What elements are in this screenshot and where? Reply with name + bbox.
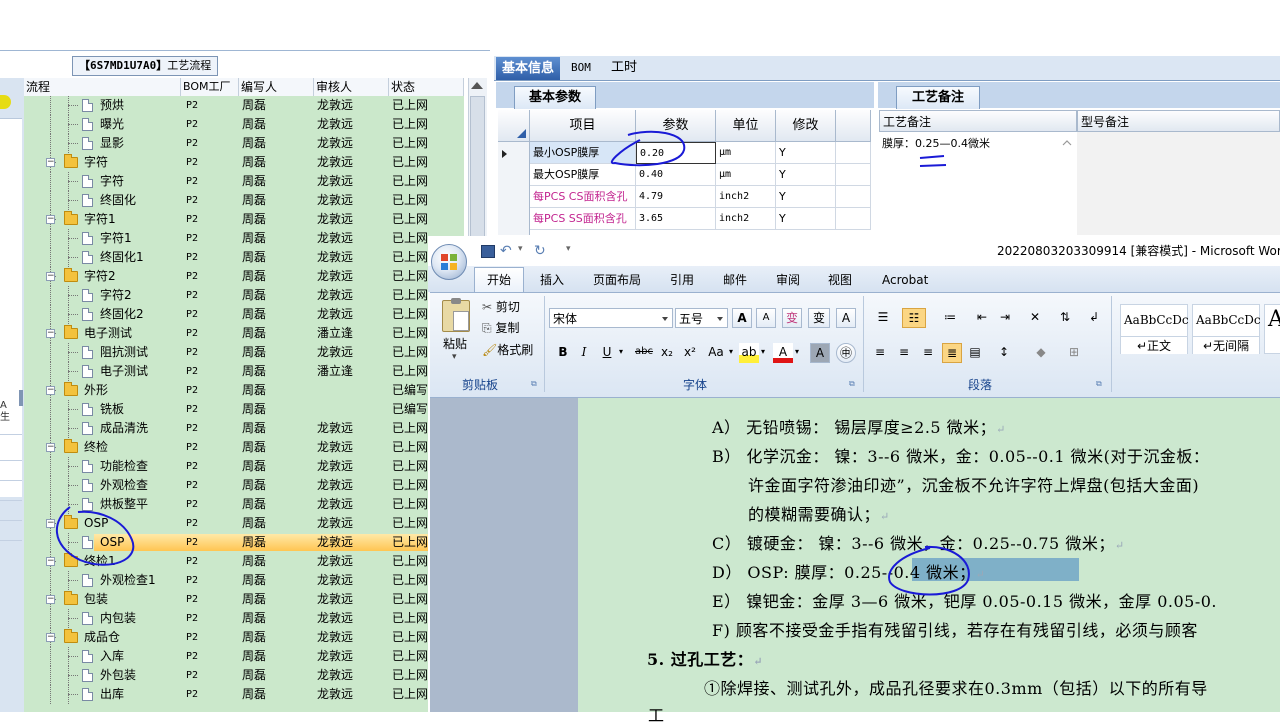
- annotation-circle-osp-node: [55, 506, 135, 566]
- annotation-circle-min-osp: [610, 130, 686, 167]
- annotation-circle-osp-doc: [888, 545, 970, 596]
- annotation-underline-note: [919, 155, 947, 167]
- pen-annotations: [55, 130, 970, 596]
